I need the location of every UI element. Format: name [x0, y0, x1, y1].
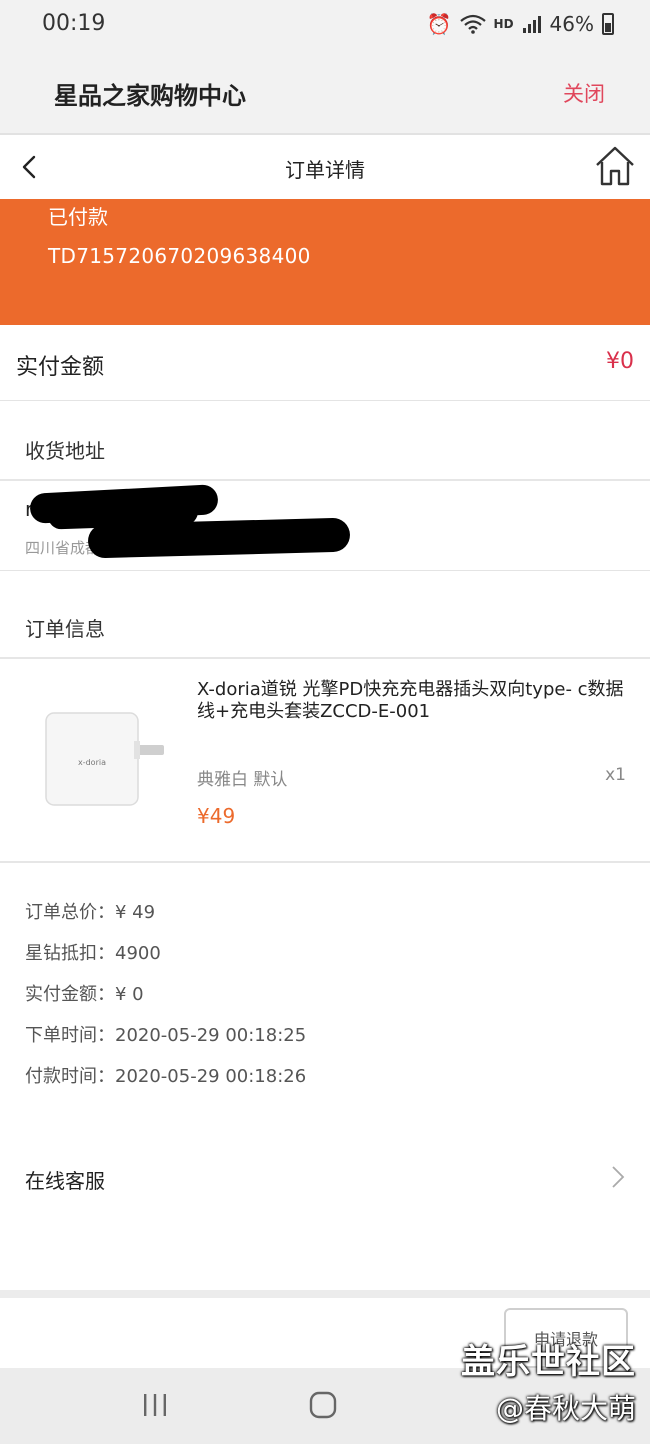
product-spec: 典雅白 默认: [197, 770, 288, 790]
summary-label: 下单时间：: [25, 1025, 115, 1046]
order-status-banner: 已付款 TD715720670209638400: [0, 199, 650, 325]
summary-label: 星钻抵扣：: [25, 943, 115, 964]
summary-label: 实付金额：: [25, 984, 115, 1005]
battery-percent: 46%: [549, 12, 594, 36]
address-block[interactable]: rr0 四川省成都: [0, 481, 650, 571]
wifi-icon: [459, 14, 486, 34]
summary-value: ¥ 0: [115, 984, 144, 1005]
alarm-icon: ⏰: [426, 12, 452, 36]
paid-amount-row: 实付金额 ¥0: [0, 325, 650, 401]
paid-amount-label: 实付金额: [16, 355, 105, 380]
summary-value: 2020-05-29 00:18:25: [115, 1025, 307, 1046]
customer-service-label: 在线客服: [25, 1169, 105, 1193]
redaction-mark: [87, 517, 351, 559]
watermark: 盖乐世社区 @春秋大萌: [461, 1334, 636, 1427]
app-bar: 星品之家购物中心 关闭: [0, 50, 650, 135]
summary-value: 2020-05-29 00:18:26: [115, 1066, 307, 1087]
watermark-line2: @春秋大萌: [495, 1392, 636, 1425]
summary-row: 星钻抵扣：4900: [25, 939, 306, 980]
summary-row: 实付金额：¥ 0: [25, 980, 306, 1021]
summary-value: 4900: [115, 943, 161, 964]
address-header: 收货地址: [25, 439, 105, 463]
status-time: 00:19: [42, 11, 106, 36]
product-item[interactable]: x-doria X-doria道锐 光擎PD快充充电器插头双向type- c数据…: [0, 659, 650, 863]
recent-apps-icon[interactable]: [142, 1390, 168, 1420]
paid-amount-value: ¥0: [606, 349, 634, 374]
battery-icon: [602, 13, 614, 35]
footer-divider: [0, 1290, 650, 1298]
summary-label: 付款时间：: [25, 1066, 115, 1087]
watermark-line1: 盖乐世社区: [461, 1342, 636, 1382]
customer-service-row[interactable]: 在线客服: [0, 1140, 650, 1215]
signal-icon: [522, 16, 541, 33]
network-hd-label: HD: [493, 17, 514, 31]
order-summary: 订单总价：¥ 49 星钻抵扣：4900 实付金额：¥ 0 下单时间：2020-0…: [25, 898, 306, 1103]
product-thumbnail: x-doria: [45, 712, 164, 806]
product-thumbnail-print: x-doria: [78, 758, 106, 767]
page-title: 订单详情: [285, 158, 365, 182]
home-icon[interactable]: [594, 145, 636, 187]
order-info-header: 订单信息: [25, 617, 105, 641]
summary-row: 下单时间：2020-05-29 00:18:25: [25, 1021, 306, 1062]
app-title: 星品之家购物中心: [54, 82, 246, 110]
chevron-right-icon: [612, 1166, 625, 1188]
summary-row: 订单总价：¥ 49: [25, 898, 306, 939]
product-quantity: x1: [605, 765, 626, 785]
address-section-header: 收货地址: [0, 401, 650, 481]
status-icons: ⏰ HD 46%: [427, 12, 614, 36]
product-price: ¥49: [197, 804, 236, 828]
home-button-icon[interactable]: [308, 1390, 338, 1420]
product-name: X-doria道锐 光擎PD快充充电器插头双向type- c数据线+充电头套装Z…: [197, 679, 624, 722]
summary-value: ¥ 49: [115, 902, 156, 923]
summary-label: 订单总价：: [25, 902, 115, 923]
summary-row: 付款时间：2020-05-29 00:18:26: [25, 1062, 306, 1103]
nav-bar: 订单详情: [0, 137, 650, 199]
order-number: TD715720670209638400: [48, 244, 311, 268]
order-info-section-header: 订单信息: [0, 579, 650, 659]
order-status: 已付款: [48, 205, 108, 229]
status-bar: 00:19 ⏰ HD 46%: [0, 0, 650, 50]
close-button[interactable]: 关闭: [563, 78, 605, 108]
